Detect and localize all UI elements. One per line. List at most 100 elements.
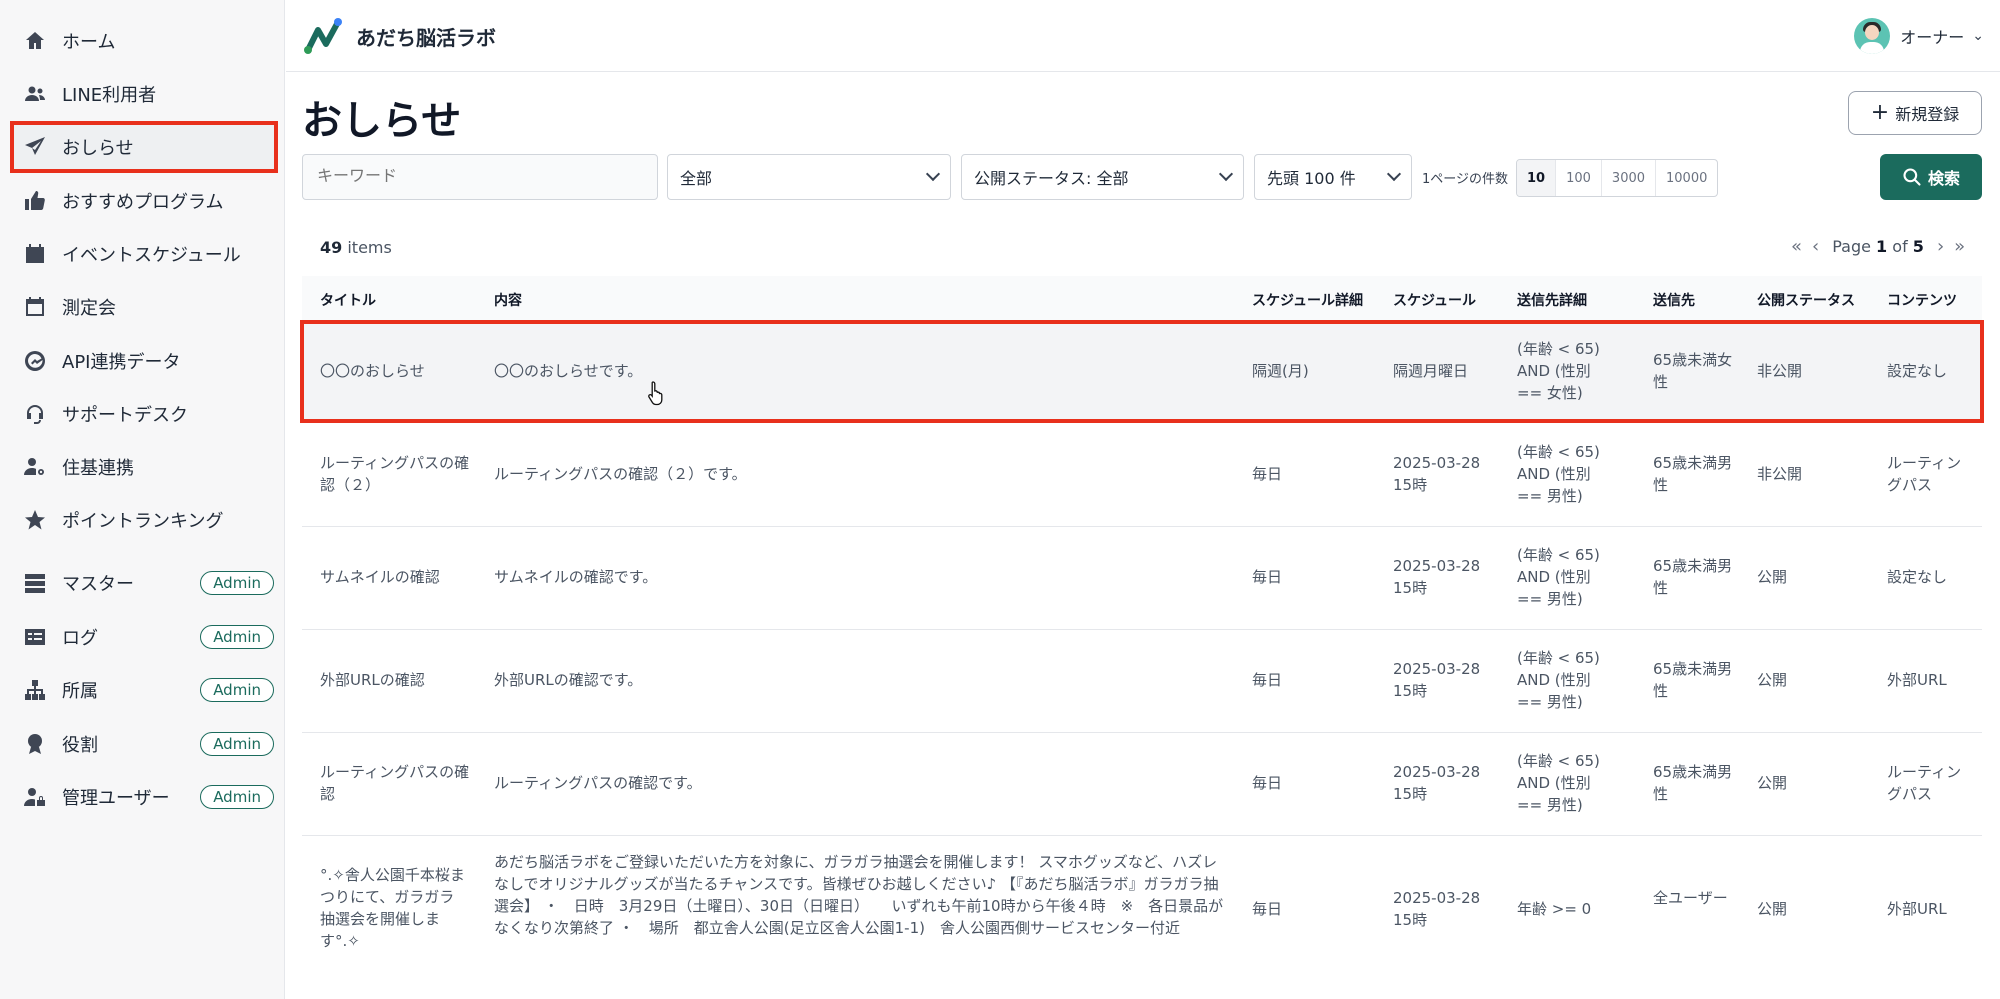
cell-target: 65歳未満男性 <box>1653 454 1733 494</box>
brand-name[interactable]: あだち脳活ラボ <box>356 22 496 51</box>
cell-target-detail: (年齢 < 65) AND (性別 == 男性) <box>1517 546 1600 608</box>
column-header-target[interactable]: 送信先 <box>1653 290 1695 310</box>
cell-content: 〇〇のおしらせです。 <box>494 362 643 380</box>
status-select[interactable]: 公開ステータス: 全部 <box>961 154 1244 200</box>
sidebar: ホーム LINE利用者 おしらせ おすすめプログラム イベントスケジュール 測定… <box>0 0 285 999</box>
chevron-down-icon <box>1386 166 1402 182</box>
sidebar-item-recommended[interactable]: おすすめプログラム <box>12 177 276 225</box>
table-row[interactable]: °.✧舎人公園千本桜まつりにて、ガラガラ抽選会を開催します°.✧ あだち脳活ラボ… <box>302 836 1982 999</box>
cell-content: ルーティングパスの確認です。 <box>494 774 702 792</box>
cell-contents: ルーティングパス <box>1887 763 1962 803</box>
prev-page-icon[interactable]: ‹ <box>1812 236 1819 257</box>
sidebar-item-notices[interactable]: おしらせ <box>10 121 278 173</box>
users-icon <box>22 81 48 107</box>
next-page-icon[interactable]: › <box>1937 236 1944 257</box>
star-icon <box>22 507 48 533</box>
cell-title: サムネイルの確認 <box>320 568 440 586</box>
home-icon <box>22 28 48 54</box>
cell-schedule: 隔週月曜日 <box>1393 362 1469 380</box>
category-select[interactable]: 全部 <box>667 154 951 200</box>
table-row[interactable]: サムネイルの確認 サムネイルの確認です。 毎日 2025-03-28 15時 (… <box>302 527 1982 630</box>
per-page-option-10000[interactable]: 10000 <box>1656 160 1717 196</box>
plus-icon: + <box>1870 100 1890 125</box>
sidebar-item-events[interactable]: イベントスケジュール <box>12 230 276 278</box>
column-header-status[interactable]: 公開ステータス <box>1757 290 1855 310</box>
cell-title: °.✧舎人公園千本桜まつりにて、ガラガラ抽選会を開催します°.✧ <box>320 866 465 950</box>
cell-schedule-detail: 毎日 <box>1252 774 1283 792</box>
search-button[interactable]: 検索 <box>1880 154 1982 200</box>
sidebar-item-label: イベントスケジュール <box>62 245 241 266</box>
column-header-title[interactable]: タイトル <box>320 290 376 310</box>
cell-title: 〇〇のおしらせ <box>320 362 425 380</box>
sidebar-item-label: 測定会 <box>62 298 116 319</box>
sidebar-item-label: 役割 <box>62 735 98 756</box>
brand-logo-icon[interactable] <box>302 16 344 56</box>
sidebar-item-label: 所属 <box>62 681 98 702</box>
keyword-input[interactable] <box>302 154 658 200</box>
new-register-button[interactable]: + 新規登録 <box>1848 91 1982 135</box>
headset-icon <box>22 401 48 427</box>
admin-badge: Admin <box>200 732 274 756</box>
cell-contents: ルーティングパス <box>1887 454 1962 494</box>
cell-schedule: 2025-03-28 15時 <box>1393 763 1481 803</box>
table-row[interactable]: 〇〇のおしらせ 〇〇のおしらせです。 隔週(月) 隔週月曜日 (年齢 < 65)… <box>300 320 1984 423</box>
limit-select[interactable]: 先頭 100 件 <box>1254 154 1412 200</box>
sidebar-item-home[interactable]: ホーム <box>12 17 276 65</box>
limit-select-value: 先頭 100 件 <box>1267 169 1356 188</box>
sidebar-item-log[interactable]: ログ Admin <box>12 613 276 661</box>
column-header-schedule[interactable]: スケジュール <box>1393 290 1476 310</box>
per-page-label: 1ページの件数 <box>1422 172 1509 187</box>
item-count-suffix: items <box>347 238 392 257</box>
medal-icon <box>22 731 48 757</box>
sidebar-item-measurement[interactable]: 測定会 <box>12 283 276 331</box>
admin-badge: Admin <box>200 785 274 809</box>
cell-content: サムネイルの確認です。 <box>494 568 658 586</box>
per-page-option-100[interactable]: 100 <box>1556 160 1602 196</box>
table-row[interactable]: 外部URLの確認 外部URLの確認です。 毎日 2025-03-28 15時 (… <box>302 630 1982 733</box>
sidebar-item-line-users[interactable]: LINE利用者 <box>12 70 276 118</box>
cell-target: 65歳未満男性 <box>1653 763 1733 803</box>
sidebar-item-role[interactable]: 役割 Admin <box>12 720 276 768</box>
column-header-schedule-detail[interactable]: スケジュール詳細 <box>1252 290 1363 310</box>
status-select-value: 公開ステータス: 全部 <box>974 169 1129 188</box>
sidebar-item-affiliation[interactable]: 所属 Admin <box>12 666 276 714</box>
sidebar-item-point-ranking[interactable]: ポイントランキング <box>12 496 276 544</box>
cell-schedule-detail: 隔週(月) <box>1252 362 1309 380</box>
cell-status: 公開 <box>1757 671 1788 689</box>
sidebar-item-admin-users[interactable]: 管理ユーザー Admin <box>12 773 276 821</box>
table-row[interactable]: ルーティングパスの確認（２） ルーティングパスの確認（２）です。 毎日 2025… <box>302 424 1982 527</box>
cell-target: 全ユーザー <box>1653 889 1728 907</box>
cell-contents: 設定なし <box>1887 362 1948 380</box>
column-header-contents[interactable]: コンテンツ <box>1887 290 1957 310</box>
cell-target-detail: (年齢 < 65) AND (性別 == 男性) <box>1517 649 1600 711</box>
cell-content: 外部URLの確認です。 <box>494 671 643 689</box>
cell-schedule-detail: 毎日 <box>1252 465 1283 483</box>
sidebar-item-label: マスター <box>62 574 134 595</box>
user-menu[interactable]: オーナー ⌄ <box>1854 18 1984 54</box>
admin-badge: Admin <box>200 571 274 595</box>
table-row[interactable]: ルーティングパスの確認 ルーティングパスの確認です。 毎日 2025-03-28… <box>302 733 1982 836</box>
per-page-option-3000[interactable]: 3000 <box>1602 160 1657 196</box>
sidebar-item-label: サポートデスク <box>62 405 188 426</box>
chevron-down-icon <box>1218 166 1234 182</box>
cell-contents: 外部URL <box>1887 671 1947 689</box>
sidebar-item-resident-link[interactable]: 住基連携 <box>12 443 276 491</box>
user-lock-icon <box>22 784 48 810</box>
cell-schedule: 2025-03-28 15時 <box>1393 660 1481 700</box>
cell-target: 65歳未満男性 <box>1653 557 1733 597</box>
cell-target-detail: (年齢 < 65) AND (性別 == 男性) <box>1517 752 1600 814</box>
last-page-icon[interactable]: » <box>1954 236 1965 257</box>
first-page-icon[interactable]: « <box>1791 236 1802 257</box>
sidebar-item-api-data[interactable]: API連携データ <box>12 337 276 385</box>
chevron-down-icon: ⌄ <box>1972 28 1984 44</box>
sidebar-item-support[interactable]: サポートデスク <box>12 390 276 438</box>
current-page: 1 <box>1876 237 1888 256</box>
column-header-target-detail[interactable]: 送信先詳細 <box>1517 290 1587 310</box>
cell-status: 非公開 <box>1757 362 1803 380</box>
column-header-content[interactable]: 内容 <box>494 290 522 310</box>
category-select-value: 全部 <box>680 169 713 188</box>
thumbs-up-icon <box>22 188 48 214</box>
per-page-option-10[interactable]: 10 <box>1517 160 1557 196</box>
sidebar-item-master[interactable]: マスター Admin <box>12 559 276 607</box>
total-pages: 5 <box>1912 237 1924 256</box>
